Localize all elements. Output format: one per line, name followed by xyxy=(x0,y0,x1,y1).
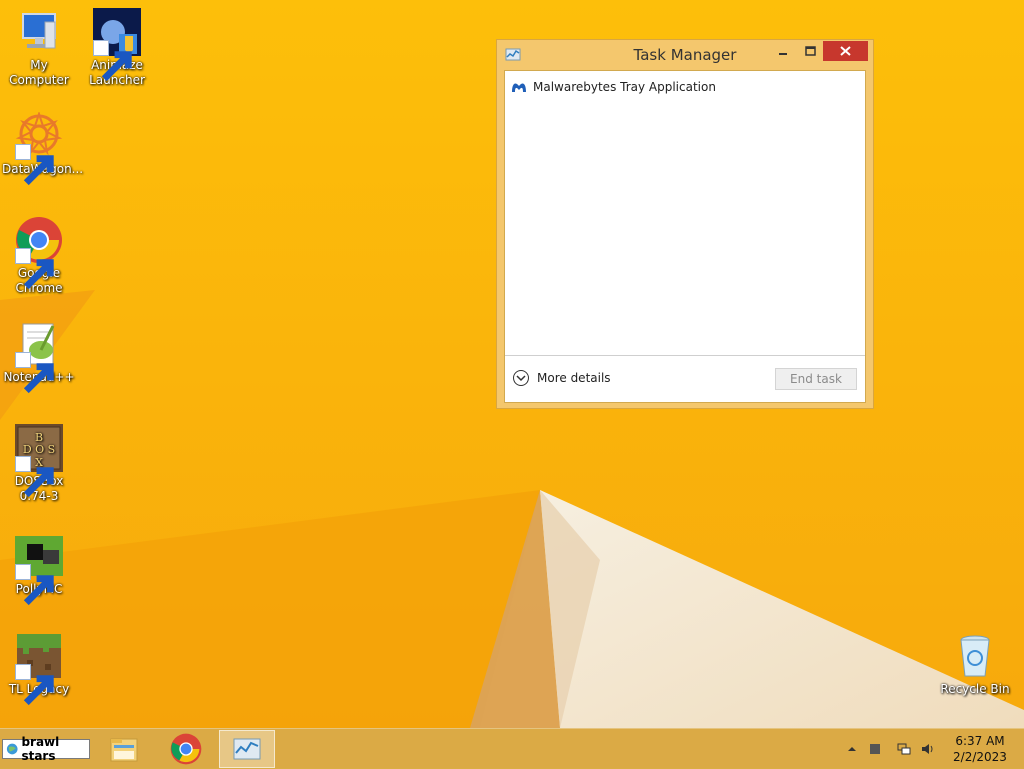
dosbox-icon: BD O SX xyxy=(15,424,63,498)
icon-label: My Computer xyxy=(9,58,69,87)
more-details-button[interactable]: More details xyxy=(513,370,611,386)
close-icon xyxy=(840,46,851,56)
grass-block-icon xyxy=(15,632,63,706)
desktop-icon-animaze[interactable]: Animaze Launcher xyxy=(80,8,154,88)
desktop-icon-dosbox[interactable]: BD O SX DOSBox 0.74-3 xyxy=(2,424,76,504)
process-list: Malwarebytes Tray Application More detai… xyxy=(504,70,866,403)
computer-icon xyxy=(15,8,63,56)
clock-time: 6:37 AM xyxy=(955,734,1005,748)
taskbar-app-chrome[interactable] xyxy=(158,730,214,768)
maximize-icon xyxy=(805,46,816,56)
minimize-button[interactable] xyxy=(770,41,796,61)
icon-label: Recycle Bin xyxy=(940,682,1010,696)
title-bar[interactable]: Task Manager xyxy=(497,40,873,70)
task-manager-window[interactable]: Task Manager Malwarebytes Tray Applicati… xyxy=(496,39,874,409)
shortcut-arrow-icon xyxy=(15,248,54,290)
tray-network[interactable] xyxy=(897,729,911,769)
network-icon xyxy=(897,743,911,755)
tray-chevron[interactable] xyxy=(845,729,859,769)
desktop-icon-tl-legacy[interactable]: TL Legacy xyxy=(2,632,76,706)
footer: More details End task xyxy=(505,355,865,404)
taskbar-app-file-explorer[interactable] xyxy=(96,730,152,768)
chrome-icon xyxy=(15,216,63,290)
taskbar: brawl stars 6:37 AM 2/2/2023 xyxy=(0,728,1024,769)
more-details-label: More details xyxy=(537,371,611,385)
svg-text:D O S: D O S xyxy=(23,443,55,456)
clock-date: 2/2/2023 xyxy=(953,750,1007,764)
desktop-icon-pollymc[interactable]: PollyMC xyxy=(2,532,76,606)
end-task-button[interactable]: End task xyxy=(775,368,857,390)
animaze-icon xyxy=(93,8,141,82)
desktop-icon-my-computer[interactable]: My Computer xyxy=(2,8,76,88)
desktop-icon-datawagon[interactable]: DataWagon... xyxy=(2,112,83,186)
tray-action-center[interactable] xyxy=(868,729,882,769)
system-clock[interactable]: 6:37 AM 2/2/2023 xyxy=(948,733,1012,765)
chevron-up-icon xyxy=(848,747,856,751)
task-manager-icon xyxy=(233,738,261,760)
datawagon-icon xyxy=(15,112,63,186)
shortcut-arrow-icon xyxy=(15,564,54,606)
taskbar-app-task-manager[interactable] xyxy=(219,730,275,768)
globe-icon xyxy=(6,743,18,755)
chrome-icon xyxy=(170,733,202,765)
taskbar-search[interactable]: brawl stars xyxy=(2,735,90,763)
desktop-icon-notepadpp[interactable]: Notepad++ xyxy=(2,320,76,394)
notepadpp-icon xyxy=(15,320,63,394)
shortcut-arrow-icon xyxy=(15,456,54,498)
pollymc-icon xyxy=(15,532,63,606)
desktop-icon-recycle-bin[interactable]: Recycle Bin xyxy=(938,632,1012,697)
recycle-bin-icon xyxy=(951,632,999,680)
shortcut-arrow-icon xyxy=(15,664,54,706)
shortcut-arrow-icon xyxy=(15,352,54,394)
tray-volume[interactable] xyxy=(921,729,935,769)
action-center-icon xyxy=(870,744,880,754)
volume-icon xyxy=(922,744,933,754)
search-text: brawl stars xyxy=(21,735,60,763)
desktop-icon-google-chrome[interactable]: Google Chrome xyxy=(2,216,76,296)
maximize-button[interactable] xyxy=(797,41,823,61)
process-name: Malwarebytes Tray Application xyxy=(533,80,716,94)
close-button[interactable] xyxy=(823,41,868,61)
chevron-down-icon xyxy=(513,370,529,386)
shortcut-arrow-icon xyxy=(93,40,132,82)
shortcut-arrow-icon xyxy=(15,144,54,186)
folder-icon xyxy=(110,738,138,762)
process-row[interactable]: Malwarebytes Tray Application xyxy=(511,77,716,97)
malwarebytes-icon xyxy=(512,83,526,92)
minimize-icon xyxy=(779,53,787,55)
